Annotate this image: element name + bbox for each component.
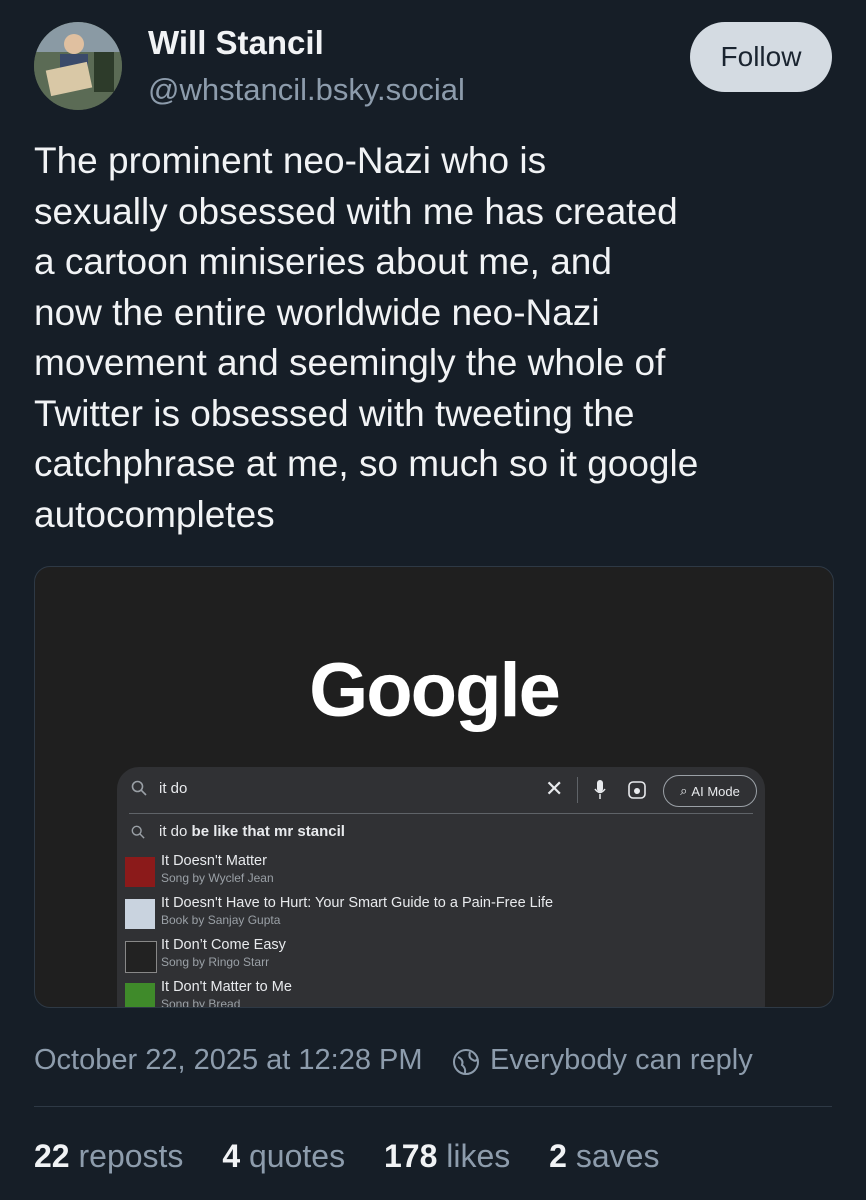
sparkle-search-icon: ⌕: [680, 783, 688, 798]
saves-label: saves: [575, 1138, 660, 1174]
ai-mode-label: AI Mode: [691, 783, 740, 799]
divider: [34, 1106, 832, 1107]
suggestion-title: It Doesn't Have to Hurt: Your Smart Guid…: [161, 895, 554, 911]
post-text: The prominent neo-Nazi who is sexually o…: [34, 140, 699, 535]
quotes-label: quotes: [249, 1138, 346, 1174]
suggestion-subtitle: Book by Sanjay Gupta: [161, 913, 281, 927]
list-item: It Don't Matter to Me Song by Bread: [125, 979, 745, 1008]
thumbnail: [125, 941, 157, 973]
avatar-photo: [34, 22, 122, 110]
search-icon: [131, 780, 147, 796]
avatar[interactable]: [34, 22, 122, 110]
follow-button[interactable]: Follow: [690, 22, 832, 92]
search-query: it do: [159, 780, 188, 797]
suggestion-completion: be like that mr stancil: [191, 823, 345, 840]
suggestion-title: It Don't Matter to Me: [161, 979, 292, 995]
suggestion-prefix: it do: [159, 823, 192, 840]
list-item: It Don’t Come Easy Song by Ringo Starr: [125, 937, 745, 977]
suggestion-title: It Don’t Come Easy: [161, 937, 286, 953]
divider: [129, 813, 753, 814]
search-row: it do ✕ ⌕ AI Mode: [117, 767, 765, 813]
post-timestamp[interactable]: October 22, 2025 at 12:28 PM: [34, 1044, 423, 1077]
google-logo: Google: [309, 648, 561, 733]
google-search-box: it do ✕ ⌕ AI Mode it do be like that mr …: [117, 767, 765, 1008]
list-item: It Doesn't Have to Hurt: Your Smart Guid…: [125, 895, 745, 935]
reply-setting: Everybody can reply: [490, 1044, 753, 1076]
close-icon: ✕: [545, 776, 564, 801]
list-item: It Doesn't Matter Song by Wyclef Jean: [125, 853, 745, 893]
embedded-image[interactable]: Google it do ✕ ⌕ AI Mode it do be like t…: [34, 566, 834, 1008]
thumbnail: [125, 899, 155, 929]
search-icon: [131, 825, 145, 839]
saves-stat[interactable]: 2 saves: [549, 1138, 659, 1174]
thumbnail: [125, 857, 155, 887]
ai-mode-chip: ⌕ AI Mode: [663, 775, 757, 807]
divider: [577, 777, 578, 803]
saves-count: 2: [549, 1138, 567, 1174]
microphone-icon: [594, 780, 606, 799]
suggestion-subtitle: Song by Wyclef Jean: [161, 871, 274, 885]
author-name[interactable]: Will Stancil: [148, 24, 324, 62]
suggestion-title: It Doesn't Matter: [161, 853, 267, 869]
post-stats: 22 reposts 4 quotes 178 likes 2 saves: [34, 1138, 689, 1175]
quotes-count: 4: [222, 1138, 241, 1174]
suggestion-subtitle: Song by Bread: [161, 997, 241, 1008]
suggestion-top: it do be like that mr stancil: [131, 823, 345, 840]
likes-stat[interactable]: 178 likes: [384, 1138, 510, 1174]
author-handle[interactable]: @whstancil.bsky.social: [148, 72, 465, 108]
likes-count: 178: [383, 1138, 438, 1174]
reposts-label: reposts: [78, 1138, 184, 1174]
globe-icon: [453, 1049, 479, 1075]
thumbnail: [125, 983, 155, 1007]
reposts-stat[interactable]: 22 reposts: [34, 1138, 183, 1174]
quotes-stat[interactable]: 4 quotes: [222, 1138, 345, 1174]
likes-label: likes: [446, 1138, 511, 1174]
suggestion-subtitle: Song by Ringo Starr: [161, 955, 270, 969]
reposts-count: 22: [34, 1138, 70, 1174]
camera-lens-icon: [628, 781, 646, 799]
